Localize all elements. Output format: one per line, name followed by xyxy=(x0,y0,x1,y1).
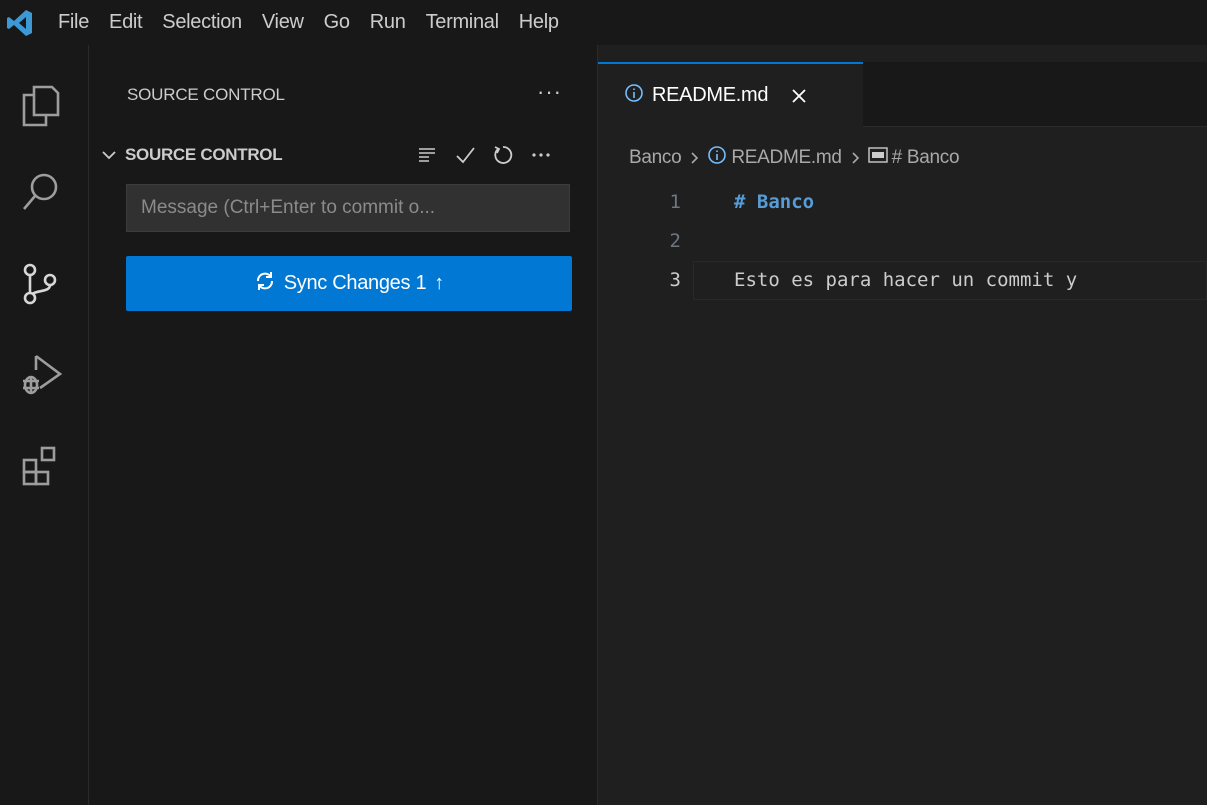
menu-selection[interactable]: Selection xyxy=(152,0,252,45)
code-line-active: 3 Esto es para hacer un commit y xyxy=(598,261,1207,300)
breadcrumb-symbol[interactable]: # Banco xyxy=(892,147,960,169)
info-icon xyxy=(624,83,644,108)
menu-go[interactable]: Go xyxy=(314,0,360,45)
menu-terminal[interactable]: Terminal xyxy=(416,0,509,45)
code-line: 2 xyxy=(598,222,1207,261)
breadcrumb-folder[interactable]: Banco xyxy=(629,147,682,169)
breadcrumb: Banco README.md # Banco xyxy=(629,144,960,172)
menu-file[interactable]: File xyxy=(48,0,99,45)
source-control-sidebar: SOURCE CONTROL ··· SOURCE CONTROL Messag… xyxy=(89,45,598,805)
source-control-icon[interactable] xyxy=(0,240,88,328)
breadcrumb-file[interactable]: README.md xyxy=(731,147,842,169)
source-control-section-header[interactable]: SOURCE CONTROL xyxy=(97,141,587,169)
close-icon[interactable] xyxy=(788,85,810,107)
run-debug-icon[interactable] xyxy=(0,331,88,419)
menu-run[interactable]: Run xyxy=(360,0,416,45)
info-icon xyxy=(707,145,727,171)
menu-view[interactable]: View xyxy=(252,0,314,45)
line-number: 2 xyxy=(669,230,681,252)
string-symbol-icon xyxy=(867,147,888,169)
refresh-icon[interactable] xyxy=(491,143,515,167)
extensions-icon[interactable] xyxy=(0,422,88,510)
chevron-right-icon xyxy=(846,149,864,167)
menu-edit[interactable]: Edit xyxy=(99,0,152,45)
chevron-right-icon xyxy=(685,149,703,167)
code-line: 1 # Banco xyxy=(598,183,1207,222)
editor-area: README.md Banco README.md # Banco 1 # Ba… xyxy=(598,45,1207,805)
line-content: Esto es para hacer un commit y xyxy=(734,269,1078,291)
tab-label: README.md xyxy=(652,84,769,106)
menu-bar: File Edit Selection View Go Run Terminal… xyxy=(0,0,1207,45)
menu-help[interactable]: Help xyxy=(509,0,569,45)
line-content: # Banco xyxy=(734,191,815,213)
commit-message-input[interactable] xyxy=(126,184,570,232)
chevron-down-icon xyxy=(97,143,121,167)
activity-bar xyxy=(0,45,89,805)
sync-icon xyxy=(254,270,276,298)
editor-tabs: README.md xyxy=(598,62,1207,127)
explorer-icon[interactable] xyxy=(0,61,88,149)
sync-changes-button[interactable]: Sync Changes 1 ↑ xyxy=(126,256,572,311)
commit-check-icon[interactable] xyxy=(453,143,477,167)
view-as-list-icon[interactable] xyxy=(415,143,439,167)
more-actions-icon[interactable] xyxy=(529,143,553,167)
search-icon[interactable] xyxy=(0,149,88,237)
tab-readme[interactable]: README.md xyxy=(598,62,863,127)
arrow-up-icon: ↑ xyxy=(434,272,445,294)
line-number: 3 xyxy=(669,269,681,291)
sidebar-more-icon[interactable]: ··· xyxy=(537,79,562,105)
vscode-logo-icon xyxy=(0,0,48,45)
sidebar-title: SOURCE CONTROL xyxy=(127,85,285,104)
sync-changes-label: Sync Changes 1 xyxy=(283,272,427,294)
section-label: SOURCE CONTROL xyxy=(125,145,283,164)
section-actions xyxy=(415,141,553,169)
code-editor[interactable]: 1 # Banco 2 3 Esto es para hacer un comm… xyxy=(598,183,1207,300)
line-number: 1 xyxy=(669,191,681,213)
